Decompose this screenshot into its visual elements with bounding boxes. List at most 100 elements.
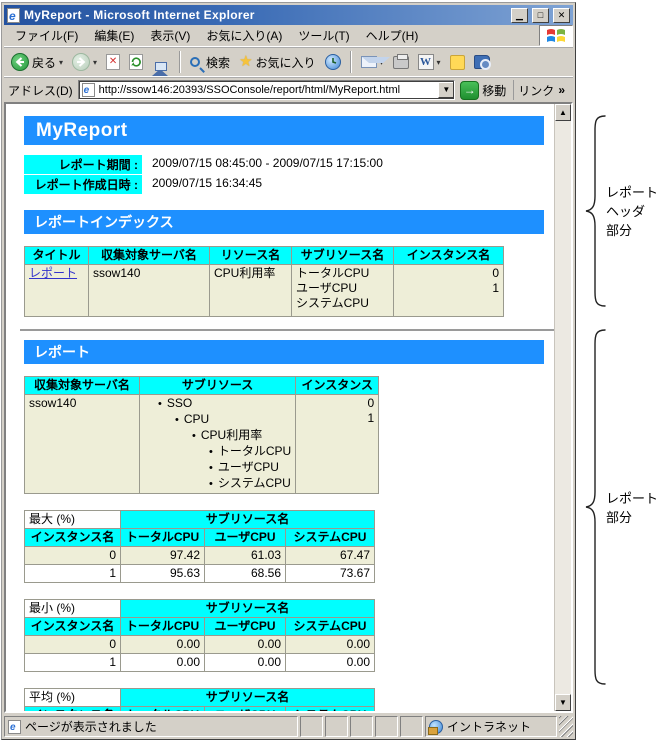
index-section-title: レポートインデックス bbox=[24, 210, 544, 234]
menu-tools[interactable]: ツール(T) bbox=[291, 25, 356, 46]
status-message-pane: e ページが表示されました bbox=[4, 716, 298, 737]
links-button[interactable]: リンク » bbox=[513, 80, 569, 100]
report-link[interactable]: レポート bbox=[29, 266, 77, 280]
forward-icon bbox=[72, 53, 91, 71]
report-summary-table: 収集対象サーバ名 サブリソース インスタンス ssow140 SSO CPU C… bbox=[24, 376, 380, 494]
menu-bar: ファイル(F) 編集(E) 表示(V) お気に入り(A) ツール(T) ヘルプ(… bbox=[4, 25, 573, 47]
maximize-button[interactable]: □ bbox=[532, 7, 549, 23]
header-section-annotation: レポート ヘッダ 部分 bbox=[606, 185, 659, 238]
col-instance: インスタンス名 bbox=[24, 617, 121, 636]
favorites-label: お気に入り bbox=[255, 55, 316, 70]
col-instance: インスタンス名 bbox=[393, 246, 504, 265]
status-pane bbox=[325, 716, 348, 737]
stat-label: 平均 (%) bbox=[24, 688, 121, 707]
menu-favorites[interactable]: お気に入り(A) bbox=[199, 25, 289, 46]
report-section-brace bbox=[585, 329, 606, 685]
edit-dropdown-icon[interactable]: ▾ bbox=[437, 58, 441, 67]
menu-help[interactable]: ヘルプ(H) bbox=[359, 25, 426, 46]
favorites-button[interactable]: ★ お気に入り bbox=[237, 52, 317, 73]
refresh-icon bbox=[129, 54, 144, 70]
header-section-brace bbox=[585, 115, 606, 307]
server-cell: ssow140 bbox=[88, 264, 210, 317]
home-button[interactable] bbox=[150, 52, 172, 76]
menu-edit[interactable]: 編集(E) bbox=[87, 25, 141, 46]
ie-window: e MyReport - Microsoft Internet Explorer… bbox=[1, 2, 576, 740]
table-row: ssow140 SSO CPU CPU利用率 トータルCPU ユーザCPU シス… bbox=[24, 394, 380, 494]
standard-toolbar: 戻る ▾ ▾ ✕ 検索 ★ お気に入り W ▾ bbox=[4, 47, 573, 77]
max-table: 最大 (%) サブリソース名 インスタンス名 トータルCPU ユーザCPU シス… bbox=[24, 510, 375, 583]
address-input[interactable]: http://ssow146:20393/SSOConsole/report/h… bbox=[99, 84, 435, 96]
print-icon bbox=[392, 53, 409, 69]
report-created-row: レポート作成日時 : 2009/07/15 16:34:45 bbox=[24, 175, 554, 194]
print-button[interactable] bbox=[391, 53, 411, 71]
col-instance: インスタンス名 bbox=[24, 706, 121, 711]
page-title: MyReport bbox=[24, 116, 544, 145]
status-bar: e ページが表示されました イントラネット bbox=[4, 713, 573, 737]
menu-view[interactable]: 表示(V) bbox=[143, 25, 197, 46]
menu-file[interactable]: ファイル(F) bbox=[8, 25, 85, 46]
col-user-cpu: ユーザCPU bbox=[204, 706, 286, 711]
status-pane bbox=[350, 716, 373, 737]
security-zone-pane: イントラネット bbox=[425, 716, 557, 737]
mail-button[interactable]: ▾ bbox=[359, 54, 390, 70]
discuss-button[interactable] bbox=[448, 53, 467, 72]
edit-with-word-button[interactable]: W ▾ bbox=[416, 52, 443, 72]
resize-grip[interactable] bbox=[559, 716, 573, 737]
status-pane bbox=[375, 716, 398, 737]
close-button[interactable]: ✕ bbox=[553, 7, 570, 23]
scroll-up-icon[interactable]: ▲ bbox=[555, 104, 571, 121]
address-dropdown-icon[interactable]: ▼ bbox=[438, 82, 455, 98]
scroll-down-icon[interactable]: ▼ bbox=[555, 694, 571, 711]
stat-label: 最大 (%) bbox=[24, 510, 121, 529]
col-subresource: サブリソース bbox=[138, 376, 297, 395]
windows-logo-icon bbox=[539, 25, 573, 46]
forward-dropdown-icon[interactable]: ▾ bbox=[93, 58, 97, 67]
history-button[interactable] bbox=[323, 52, 343, 72]
report-period-row: レポート期間 : 2009/07/15 08:45:00 - 2009/07/1… bbox=[24, 155, 554, 174]
back-icon bbox=[11, 53, 29, 71]
status-message: ページが表示されました bbox=[25, 720, 157, 734]
research-button[interactable] bbox=[472, 53, 492, 71]
stat-label: 最小 (%) bbox=[24, 599, 121, 618]
minimize-button[interactable]: ▁ bbox=[511, 7, 528, 23]
refresh-button[interactable] bbox=[127, 52, 145, 72]
avg-table: 平均 (%) サブリソース名 インスタンス名 トータルCPU ユーザCPU シス… bbox=[24, 688, 375, 711]
col-subresource: サブリソース名 bbox=[291, 246, 394, 265]
stop-button[interactable]: ✕ bbox=[104, 52, 122, 72]
page-icon: e bbox=[81, 83, 95, 97]
back-dropdown-icon[interactable]: ▾ bbox=[59, 58, 63, 67]
col-server: 収集対象サーバ名 bbox=[88, 246, 210, 265]
address-combo[interactable]: e http://ssow146:20393/SSOConsole/report… bbox=[77, 80, 456, 100]
favorites-star-icon: ★ bbox=[239, 53, 253, 70]
toolbar-separator bbox=[349, 51, 352, 73]
col-user-cpu: ユーザCPU bbox=[204, 528, 286, 547]
zone-label: イントラネット bbox=[447, 720, 532, 734]
vertical-scrollbar[interactable]: ▲ ▼ bbox=[554, 104, 571, 711]
merged-header: サブリソース名 bbox=[120, 599, 375, 618]
forward-button[interactable]: ▾ bbox=[70, 51, 99, 73]
back-button[interactable]: 戻る ▾ bbox=[9, 51, 65, 73]
status-pane bbox=[300, 716, 323, 737]
report-section-title: レポート bbox=[24, 340, 544, 364]
table-row: 1 95.63 68.56 73.67 bbox=[24, 564, 375, 583]
discuss-icon bbox=[449, 54, 465, 70]
search-button[interactable]: 検索 bbox=[188, 52, 232, 73]
table-row: 0 0.00 0.00 0.00 bbox=[24, 635, 375, 654]
table-row: 0 97.42 61.03 67.47 bbox=[24, 546, 375, 565]
browser-content: MyReport レポート期間 : 2009/07/15 08:45:00 - … bbox=[4, 102, 573, 713]
server-cell: ssow140 bbox=[24, 394, 140, 494]
go-button[interactable]: → 移動 bbox=[460, 80, 506, 100]
address-label: アドレス(D) bbox=[8, 83, 73, 98]
col-user-cpu: ユーザCPU bbox=[204, 617, 286, 636]
report-page: MyReport レポート期間 : 2009/07/15 08:45:00 - … bbox=[6, 104, 554, 711]
subresource-cell: トータルCPU ユーザCPU システムCPU bbox=[291, 264, 394, 317]
instance-cell: 0 1 bbox=[295, 394, 380, 494]
search-icon bbox=[190, 57, 201, 67]
resource-cell: CPU利用率 bbox=[209, 264, 292, 317]
report-index-table: タイトル 収集対象サーバ名 リソース名 サブリソース名 インスタンス名 レポート… bbox=[24, 246, 504, 317]
col-total-cpu: トータルCPU bbox=[120, 706, 205, 711]
toolbar-separator bbox=[179, 51, 182, 73]
report-created-label: レポート作成日時 : bbox=[24, 175, 142, 194]
search-label: 検索 bbox=[206, 55, 231, 70]
page-icon: e bbox=[8, 719, 21, 734]
